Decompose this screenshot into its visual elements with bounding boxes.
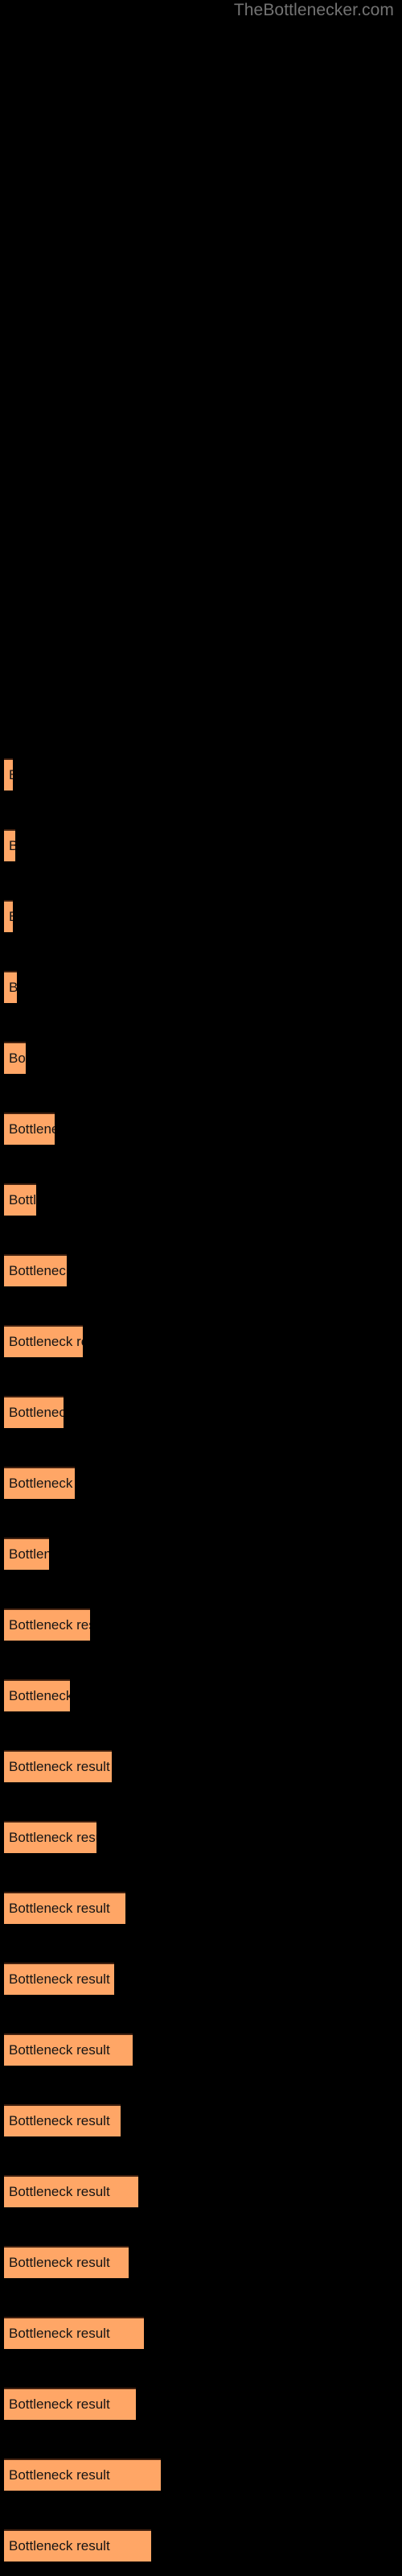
bar-7[interactable]: Bottleneck result <box>4 1254 67 1286</box>
bar-label-11: Bottleneck result <box>9 1546 49 1562</box>
bar-6[interactable]: Bottleneck result <box>4 1183 36 1216</box>
bar-24[interactable]: Bottleneck result <box>4 2458 161 2491</box>
bar-label-20: Bottleneck result <box>9 2184 110 2199</box>
bar-label-0: Bottleneck result <box>9 767 13 783</box>
bar-label-8: Bottleneck result <box>9 1334 83 1349</box>
bar-label-25: Bottleneck result <box>9 2538 110 2553</box>
bar-14[interactable]: Bottleneck result <box>4 1750 112 1782</box>
bar-17[interactable]: Bottleneck result <box>4 1963 114 1995</box>
bar-1[interactable]: Bottleneck result <box>4 829 15 861</box>
bar-label-21: Bottleneck result <box>9 2255 110 2270</box>
bar-22[interactable]: Bottleneck result <box>4 2317 144 2349</box>
bar-8[interactable]: Bottleneck result <box>4 1325 83 1357</box>
bar-4[interactable]: Bottleneck result <box>4 1042 26 1074</box>
bar-label-4: Bottleneck result <box>9 1051 26 1066</box>
bar-label-5: Bottleneck result <box>9 1121 55 1137</box>
bar-label-23: Bottleneck result <box>9 2396 110 2412</box>
bar-label-24: Bottleneck result <box>9 2467 110 2483</box>
bar-10[interactable]: Bottleneck result <box>4 1467 75 1499</box>
bar-15[interactable]: Bottleneck result <box>4 1821 96 1853</box>
bar-label-1: Bottleneck result <box>9 838 15 854</box>
bar-11[interactable]: Bottleneck result <box>4 1538 49 1570</box>
horizontal-bar-chart-plot-area: Bottleneck result Bottleneck result Bottle… <box>0 0 402 2576</box>
bar-23[interactable]: Bottleneck result <box>4 2388 136 2420</box>
bar-9[interactable]: Bottleneck result <box>4 1396 64 1428</box>
bar-label-15: Bottleneck result <box>9 1830 96 1845</box>
bar-label-16: Bottleneck result <box>9 1901 110 1916</box>
bar-label-10: Bottleneck result <box>9 1476 75 1491</box>
bar-0[interactable]: Bottleneck result <box>4 758 13 791</box>
bar-label-7: Bottleneck result <box>9 1263 67 1278</box>
bar-label-18: Bottleneck result <box>9 2042 110 2058</box>
bar-label-22: Bottleneck result <box>9 2326 110 2341</box>
bar-21[interactable]: Bottleneck result <box>4 2246 129 2278</box>
bar-19[interactable]: Bottleneck result <box>4 2104 121 2136</box>
bar-label-17: Bottleneck result <box>9 1971 110 1987</box>
bar-20[interactable]: Bottleneck result <box>4 2175 138 2207</box>
bottleneck-chart-page: TheBottlenecker.com Bottleneck resultBot… <box>0 0 402 2576</box>
bar-2[interactable]: Bottleneck result <box>4 900 13 932</box>
bar-label-9: Bottleneck result <box>9 1405 64 1420</box>
bar-label-13: Bottleneck result <box>9 1688 70 1703</box>
bar-16[interactable]: Bottleneck result <box>4 1892 125 1924</box>
bar-label-12: Bottleneck result <box>9 1617 90 1633</box>
bar-3[interactable]: Bottleneck result <box>4 971 17 1003</box>
bar-label-19: Bottleneck result <box>9 2113 110 2128</box>
bar-label-3: Bottleneck result <box>9 980 17 996</box>
bar-13[interactable]: Bottleneck result <box>4 1679 70 1711</box>
bar-12[interactable]: Bottleneck result <box>4 1608 90 1641</box>
bar-label-14: Bottleneck result <box>9 1759 110 1774</box>
bar-18[interactable]: Bottleneck result <box>4 2033 133 2066</box>
bar-label-2: Bottleneck result <box>9 909 13 925</box>
bar-5[interactable]: Bottleneck result <box>4 1113 55 1145</box>
bar-label-6: Bottleneck result <box>9 1192 36 1208</box>
bar-25[interactable]: Bottleneck result <box>4 2529 151 2562</box>
